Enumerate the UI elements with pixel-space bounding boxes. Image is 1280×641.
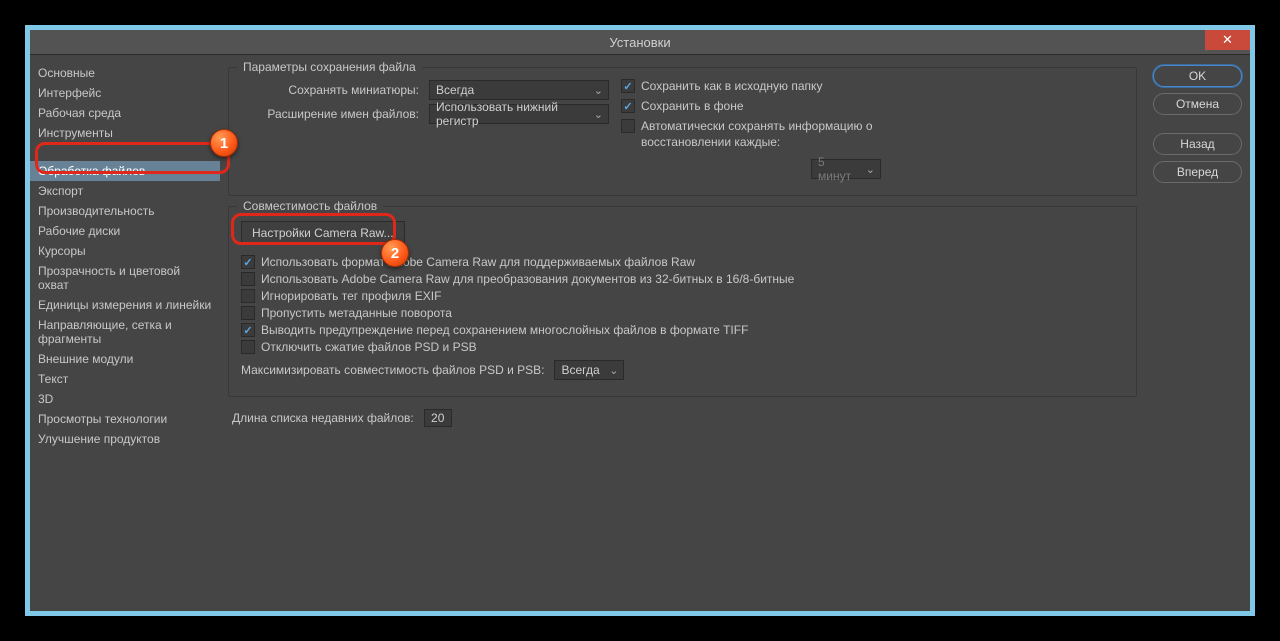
- ext-label: Расширение имен файлов:: [241, 107, 419, 121]
- ext-select[interactable]: Использовать нижний регистр: [429, 104, 609, 124]
- checkbox-icon: [241, 323, 255, 337]
- button-column: OK Отмена Назад Вперед: [1145, 55, 1250, 611]
- maximize-label: Максимизировать совместимость файлов PSD…: [241, 363, 544, 377]
- checkbox-icon: [621, 99, 635, 113]
- recent-count-input[interactable]: 20: [424, 409, 452, 427]
- ok-button[interactable]: OK: [1153, 65, 1242, 87]
- auto-interval-select[interactable]: 5 минут: [811, 159, 881, 179]
- thumb-select[interactable]: Всегда: [429, 80, 609, 100]
- checkbox-icon: [621, 79, 635, 93]
- sidebar-item-general[interactable]: Основные: [30, 63, 220, 83]
- sidebar-item-3d[interactable]: 3D: [30, 389, 220, 409]
- sidebar-item-file-handling[interactable]: Обработка файлов: [30, 161, 220, 181]
- maximize-select[interactable]: Всегда: [554, 360, 624, 380]
- chk-save-bg[interactable]: Сохранить в фоне: [621, 99, 881, 113]
- sidebar-item-cursors[interactable]: Курсоры: [30, 241, 220, 261]
- sidebar-item-export[interactable]: Экспорт: [30, 181, 220, 201]
- chk-save-original[interactable]: Сохранить как в исходную папку: [621, 79, 881, 93]
- window-title: Установки: [609, 35, 670, 50]
- sidebar-item-performance[interactable]: Производительность: [30, 201, 220, 221]
- sidebar-item-scratch[interactable]: Рабочие диски: [30, 221, 220, 241]
- sidebar-item-tech-previews[interactable]: Просмотры технологии: [30, 409, 220, 429]
- checkbox-icon: [241, 306, 255, 320]
- compat-group: Совместимость файлов Настройки Camera Ra…: [228, 206, 1137, 397]
- chk-use-raw[interactable]: Использовать формат Adobe Camera Raw для…: [241, 255, 1124, 269]
- chk-skip-rotate[interactable]: Пропустить метаданные поворота: [241, 306, 1124, 320]
- main-panel: Параметры сохранения файла Сохранять мин…: [220, 55, 1145, 611]
- checkbox-icon: [241, 272, 255, 286]
- sidebar-item-plugins[interactable]: Внешние модули: [30, 349, 220, 369]
- window-frame: Установки ✕ Основные Интерфейс Рабочая с…: [25, 25, 1255, 616]
- cancel-button[interactable]: Отмена: [1153, 93, 1242, 115]
- forward-button[interactable]: Вперед: [1153, 161, 1242, 183]
- checkbox-icon: [241, 289, 255, 303]
- sidebar-item-transparency[interactable]: Прозрачность и цветовой охват: [30, 261, 220, 295]
- close-button[interactable]: ✕: [1205, 30, 1250, 50]
- sidebar: Основные Интерфейс Рабочая среда Инструм…: [30, 55, 220, 611]
- sidebar-item-workspace[interactable]: Рабочая среда: [30, 103, 220, 123]
- sidebar-item-product-improve[interactable]: Улучшение продуктов: [30, 429, 220, 449]
- sidebar-item-tools[interactable]: Инструменты: [30, 123, 220, 143]
- sidebar-item-type[interactable]: Текст: [30, 369, 220, 389]
- save-options-group: Параметры сохранения файла Сохранять мин…: [228, 67, 1137, 196]
- sidebar-item-units[interactable]: Единицы измерения и линейки: [30, 295, 220, 315]
- window-body: Основные Интерфейс Рабочая среда Инструм…: [30, 54, 1250, 611]
- sidebar-item-guides[interactable]: Направляющие, сетка и фрагменты: [30, 315, 220, 349]
- chk-disable-compress[interactable]: Отключить сжатие файлов PSD и PSB: [241, 340, 1124, 354]
- compat-group-title: Совместимость файлов: [237, 199, 383, 213]
- chk-32to16[interactable]: Использовать Adobe Camera Raw для преобр…: [241, 272, 1124, 286]
- back-button[interactable]: Назад: [1153, 133, 1242, 155]
- close-icon: ✕: [1222, 32, 1233, 48]
- sidebar-item-interface[interactable]: Интерфейс: [30, 83, 220, 103]
- recent-label: Длина списка недавних файлов:: [232, 411, 414, 425]
- chk-auto-recovery[interactable]: Автоматически сохранять информацию о вос…: [621, 119, 881, 150]
- checkbox-icon: [621, 119, 635, 133]
- chk-ignore-exif[interactable]: Игнорировать тег профиля EXIF: [241, 289, 1124, 303]
- save-group-title: Параметры сохранения файла: [237, 60, 422, 74]
- checkbox-icon: [241, 255, 255, 269]
- title-bar: Установки ✕: [30, 30, 1250, 54]
- camera-raw-settings-button[interactable]: Настройки Camera Raw...: [241, 221, 405, 245]
- thumb-label: Сохранять миниатюры:: [241, 83, 419, 97]
- chk-tiff-warn[interactable]: Выводить предупреждение перед сохранение…: [241, 323, 1124, 337]
- checkbox-icon: [241, 340, 255, 354]
